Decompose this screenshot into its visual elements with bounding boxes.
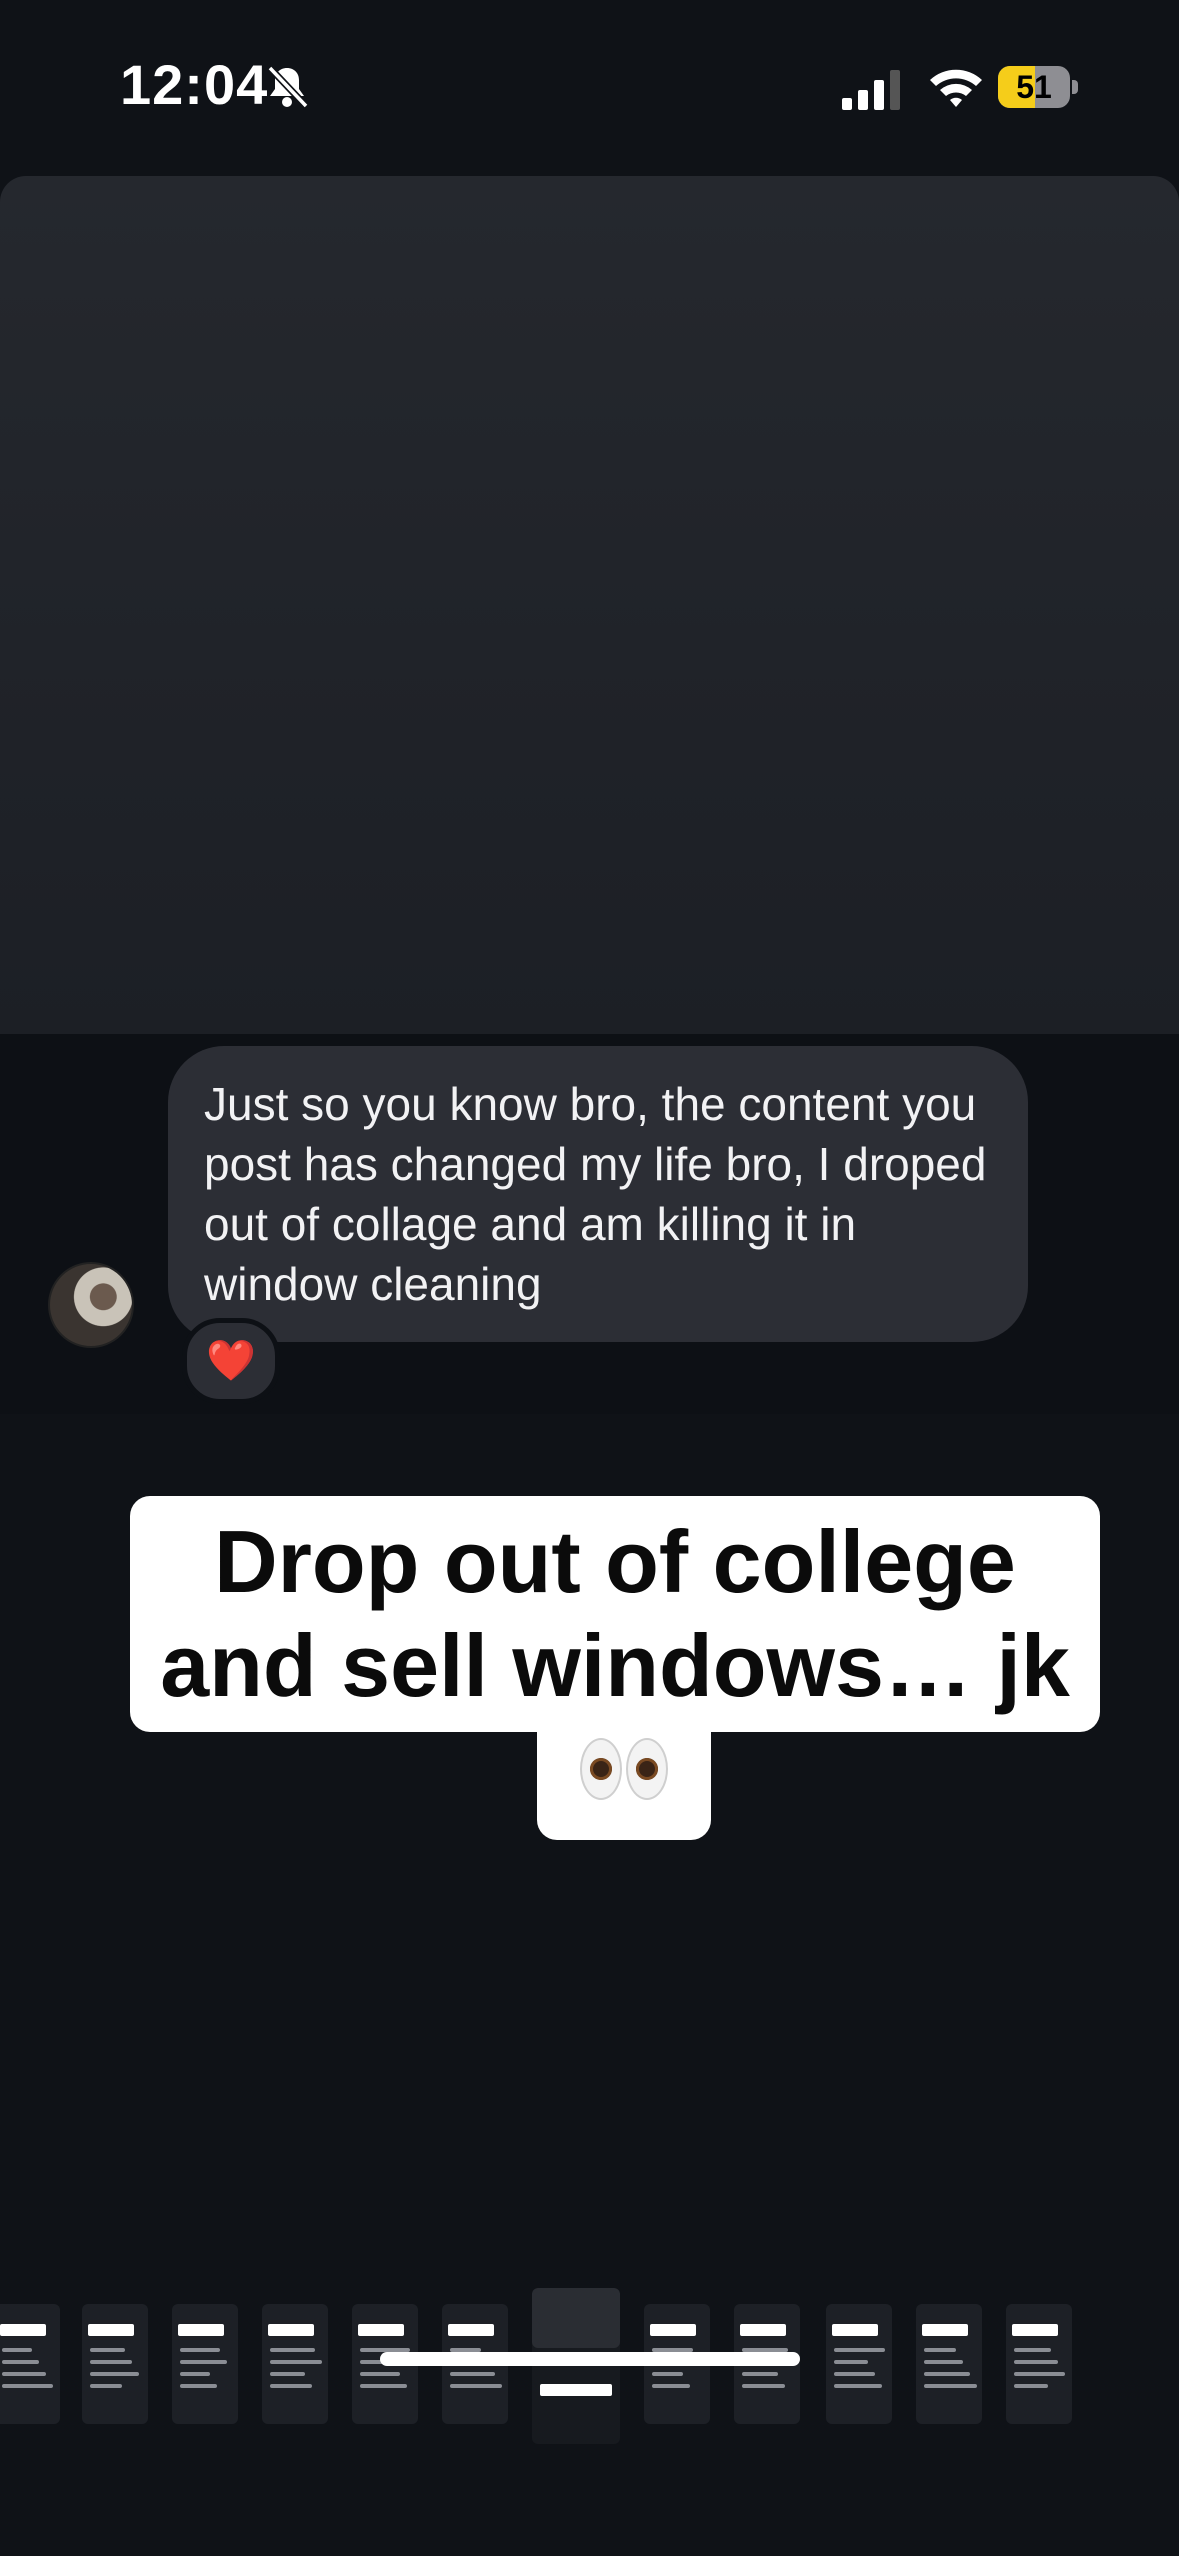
battery-level: 51 <box>1016 69 1052 105</box>
thumbnail-3[interactable] <box>172 2304 238 2424</box>
thumbnail-1[interactable] <box>0 2304 60 2424</box>
eye-icon <box>626 1738 668 1800</box>
avatar <box>48 1262 134 1348</box>
caption-text[interactable]: Drop out of college and sell windows… jk <box>130 1496 1100 1732</box>
cellular-signal-icon <box>842 70 900 110</box>
thumbnail-11[interactable] <box>916 2304 982 2424</box>
heart-reaction: ❤️ <box>182 1318 280 1404</box>
thumbnail-7[interactable] <box>532 2288 620 2444</box>
home-indicator[interactable] <box>380 2352 800 2366</box>
thumbnail-4[interactable] <box>262 2304 328 2424</box>
battery-icon: 51 <box>998 66 1080 108</box>
story-preview-panel[interactable] <box>0 176 1179 1034</box>
status-time: 12:04 <box>120 53 269 116</box>
wifi-icon <box>930 69 982 107</box>
bell-slash-icon <box>267 65 309 109</box>
eye-icon <box>580 1738 622 1800</box>
thumbnail-12[interactable] <box>1006 2304 1072 2424</box>
message-bubble: Just so you know bro, the content you po… <box>168 1046 1028 1342</box>
thumbnail-2[interactable] <box>82 2304 148 2424</box>
eyes-emoji <box>537 1716 711 1840</box>
status-bar: 12:04 51 <box>0 0 1179 170</box>
thumbnail-10[interactable] <box>826 2304 892 2424</box>
